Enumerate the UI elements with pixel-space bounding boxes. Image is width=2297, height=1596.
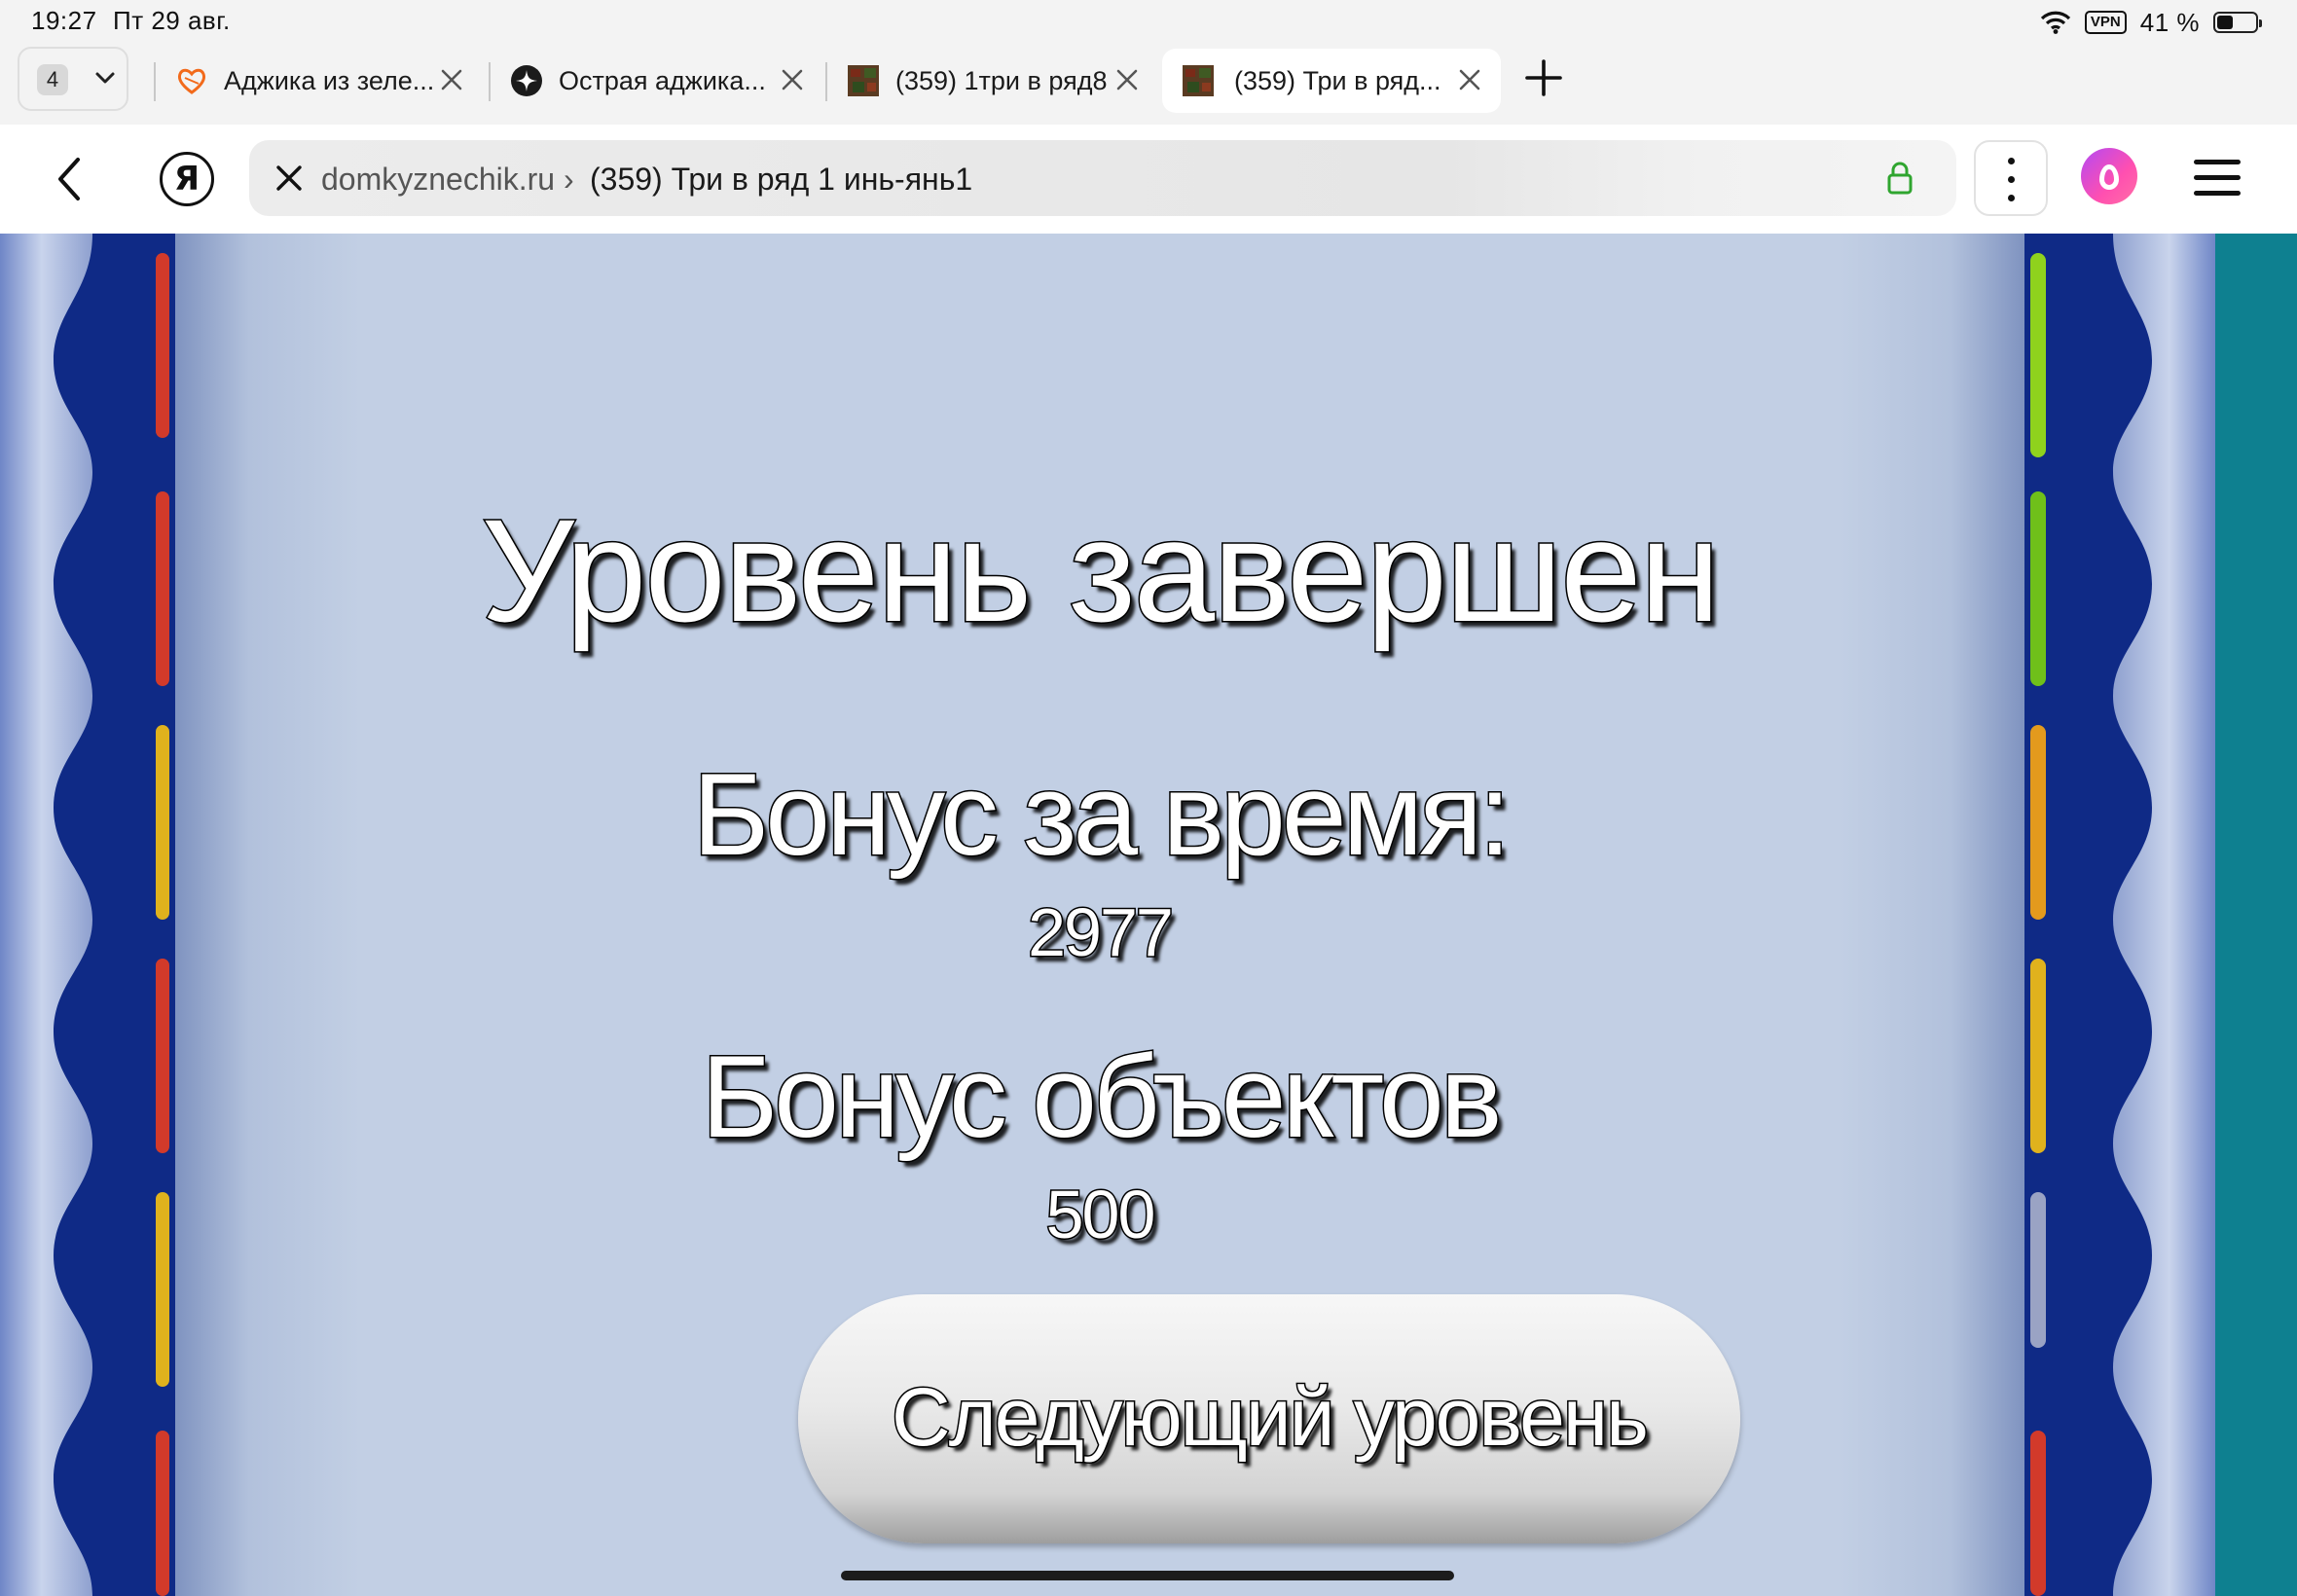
vpn-badge: VPN xyxy=(2084,11,2127,34)
game-favicon-icon xyxy=(848,65,879,96)
tab-switcher-button[interactable]: 4 xyxy=(18,47,128,111)
alice-assistant-icon[interactable] xyxy=(2081,148,2137,204)
objects-bonus-value: 500 xyxy=(1044,1176,1157,1254)
time-bonus-value: 2977 xyxy=(1027,893,1176,972)
next-level-button[interactable]: Следующий уровень xyxy=(798,1294,1740,1543)
status-indicators: VPN 41 % xyxy=(2040,6,2262,39)
wifi-icon xyxy=(2040,11,2071,34)
tab-label: (359) Три в ряд... xyxy=(1234,66,1441,95)
hamburger-menu-icon[interactable] xyxy=(2194,160,2241,206)
game-area: Уровень завершен Бонус за время: 2977 Бо… xyxy=(0,234,2297,1596)
tab-label: Острая аджика... xyxy=(559,66,766,95)
level-complete-title: Уровень завершен xyxy=(480,488,1722,654)
stop-loading-icon[interactable] xyxy=(274,163,304,193)
tab-item[interactable]: (359) 1три в ряд8 xyxy=(827,49,1158,113)
tab-strip: 4 Аджика из зеле... Острая аджика... (35… xyxy=(0,45,2297,125)
objects-bonus-label: Бонус объектов xyxy=(700,1031,1504,1164)
level-complete-panel: Уровень завершен Бонус за время: 2977 Бо… xyxy=(175,234,2024,1596)
status-time: 19:27 xyxy=(31,6,97,35)
game-favicon-icon xyxy=(1183,65,1214,96)
close-icon[interactable] xyxy=(1458,68,1481,91)
close-icon[interactable] xyxy=(781,68,804,91)
page-side-strip xyxy=(2215,234,2297,1596)
url-page-title: (359) Три в ряд 1 инь-янь1 xyxy=(590,162,973,197)
home-indicator[interactable] xyxy=(841,1571,1454,1580)
close-icon[interactable] xyxy=(440,68,463,91)
tab-label: Аджика из зеле... xyxy=(224,66,435,95)
lock-icon[interactable] xyxy=(1886,162,1914,195)
status-bar: 19:27 Пт 29 авг. VPN 41 % xyxy=(0,0,2297,45)
tab-count: 4 xyxy=(37,64,68,95)
next-level-label: Следующий уровень xyxy=(891,1370,1651,1465)
frame-right-decoration xyxy=(2011,234,2215,1596)
battery-percent: 41 % xyxy=(2139,7,2200,37)
address-row: Я domkyznechik.ru › (359) Три в ряд 1 ин… xyxy=(0,125,2297,234)
time-bonus-label: Бонус за время: xyxy=(691,748,1513,882)
url-domain: domkyznechik.ru › xyxy=(321,162,574,197)
tab-item-active[interactable]: (359) Три в ряд... xyxy=(1162,49,1501,113)
battery-icon xyxy=(2213,12,2262,33)
tab-label: (359) 1три в ряд8 xyxy=(895,66,1108,95)
sparkle-favicon-icon xyxy=(511,65,542,96)
back-arrow-icon[interactable] xyxy=(55,156,84,202)
tab-item[interactable]: Острая аджика... xyxy=(491,49,823,113)
yandex-button[interactable]: Я xyxy=(160,152,214,206)
chevron-down-icon xyxy=(95,72,115,84)
tab-item[interactable]: Аджика из зеле... xyxy=(156,49,483,113)
address-bar[interactable]: domkyznechik.ru › (359) Три в ряд 1 инь-… xyxy=(249,140,1956,216)
battery-level xyxy=(2217,16,2233,29)
new-tab-plus-icon[interactable] xyxy=(1524,58,1563,97)
heart-favicon-icon xyxy=(177,68,206,94)
close-icon[interactable] xyxy=(1115,68,1139,91)
more-options-button[interactable] xyxy=(1974,140,2048,216)
status-date: Пт 29 авг. xyxy=(113,6,231,35)
